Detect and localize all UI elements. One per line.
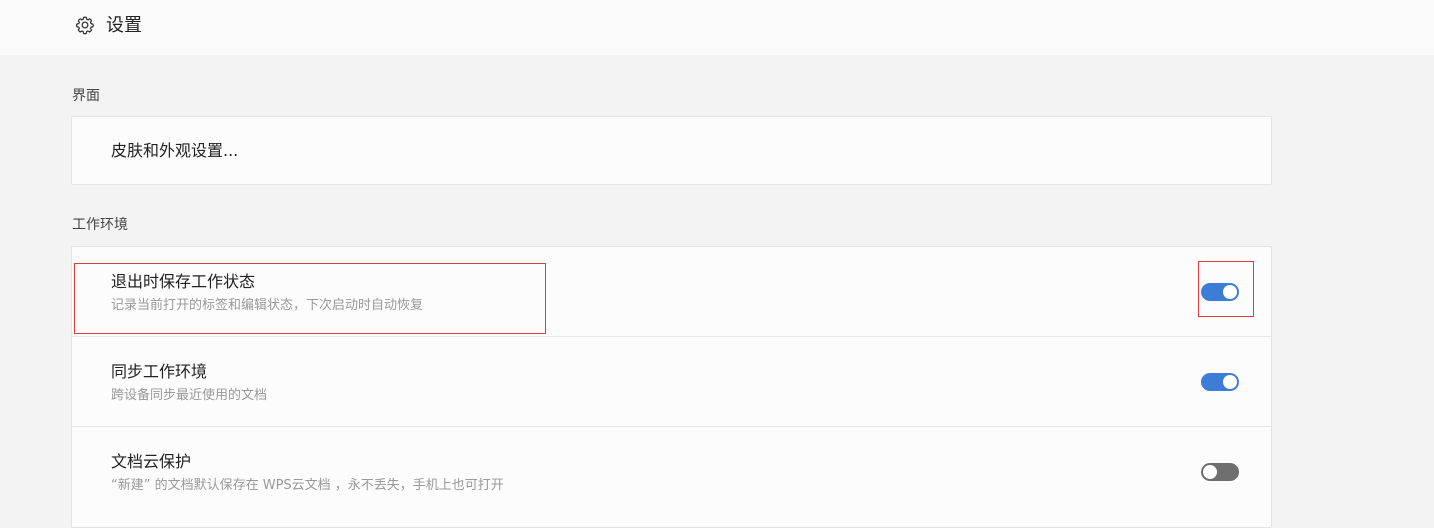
setting-row-sync-workspace: 同步工作环境 跨设备同步最近使用的文档 [72,337,1271,426]
setting-description: 跨设备同步最近使用的文档 [111,388,268,403]
save-work-state-toggle[interactable] [1201,283,1239,301]
toggle-knob [1223,375,1237,389]
page-title: 设置 [106,15,142,36]
skin-appearance-settings-link[interactable]: 皮肤和外观设置... [111,140,238,162]
toggle-knob [1203,465,1217,479]
setting-description: “新建” 的文档默认保存在 WPS云文档 ，永不丢失，手机上也可打开 [111,478,504,493]
sync-workspace-toggle[interactable] [1201,373,1239,391]
setting-title: 同步工作环境 [111,362,208,381]
setting-row-save-work-state: 退出时保存工作状态 记录当前打开的标签和编辑状态，下次启动时自动恢复 [72,247,1271,336]
workspace-card: 退出时保存工作状态 记录当前打开的标签和编辑状态，下次启动时自动恢复 同步工作环… [71,246,1272,528]
section-label-workspace: 工作环境 [72,217,128,233]
setting-title: 文档云保护 [111,452,192,471]
setting-title: 退出时保存工作状态 [111,272,256,291]
interface-card: 皮肤和外观设置... [71,116,1272,185]
settings-header: 设置 [0,0,1434,55]
setting-description: 记录当前打开的标签和编辑状态，下次启动时自动恢复 [111,298,424,313]
gear-icon [75,16,94,35]
section-label-interface: 界面 [72,88,100,104]
setting-row-document-cloud-protection: 文档云保护 “新建” 的文档默认保存在 WPS云文档 ，永不丢失，手机上也可打开 [72,427,1271,516]
toggle-knob [1223,285,1237,299]
document-cloud-protection-toggle[interactable] [1201,463,1239,481]
